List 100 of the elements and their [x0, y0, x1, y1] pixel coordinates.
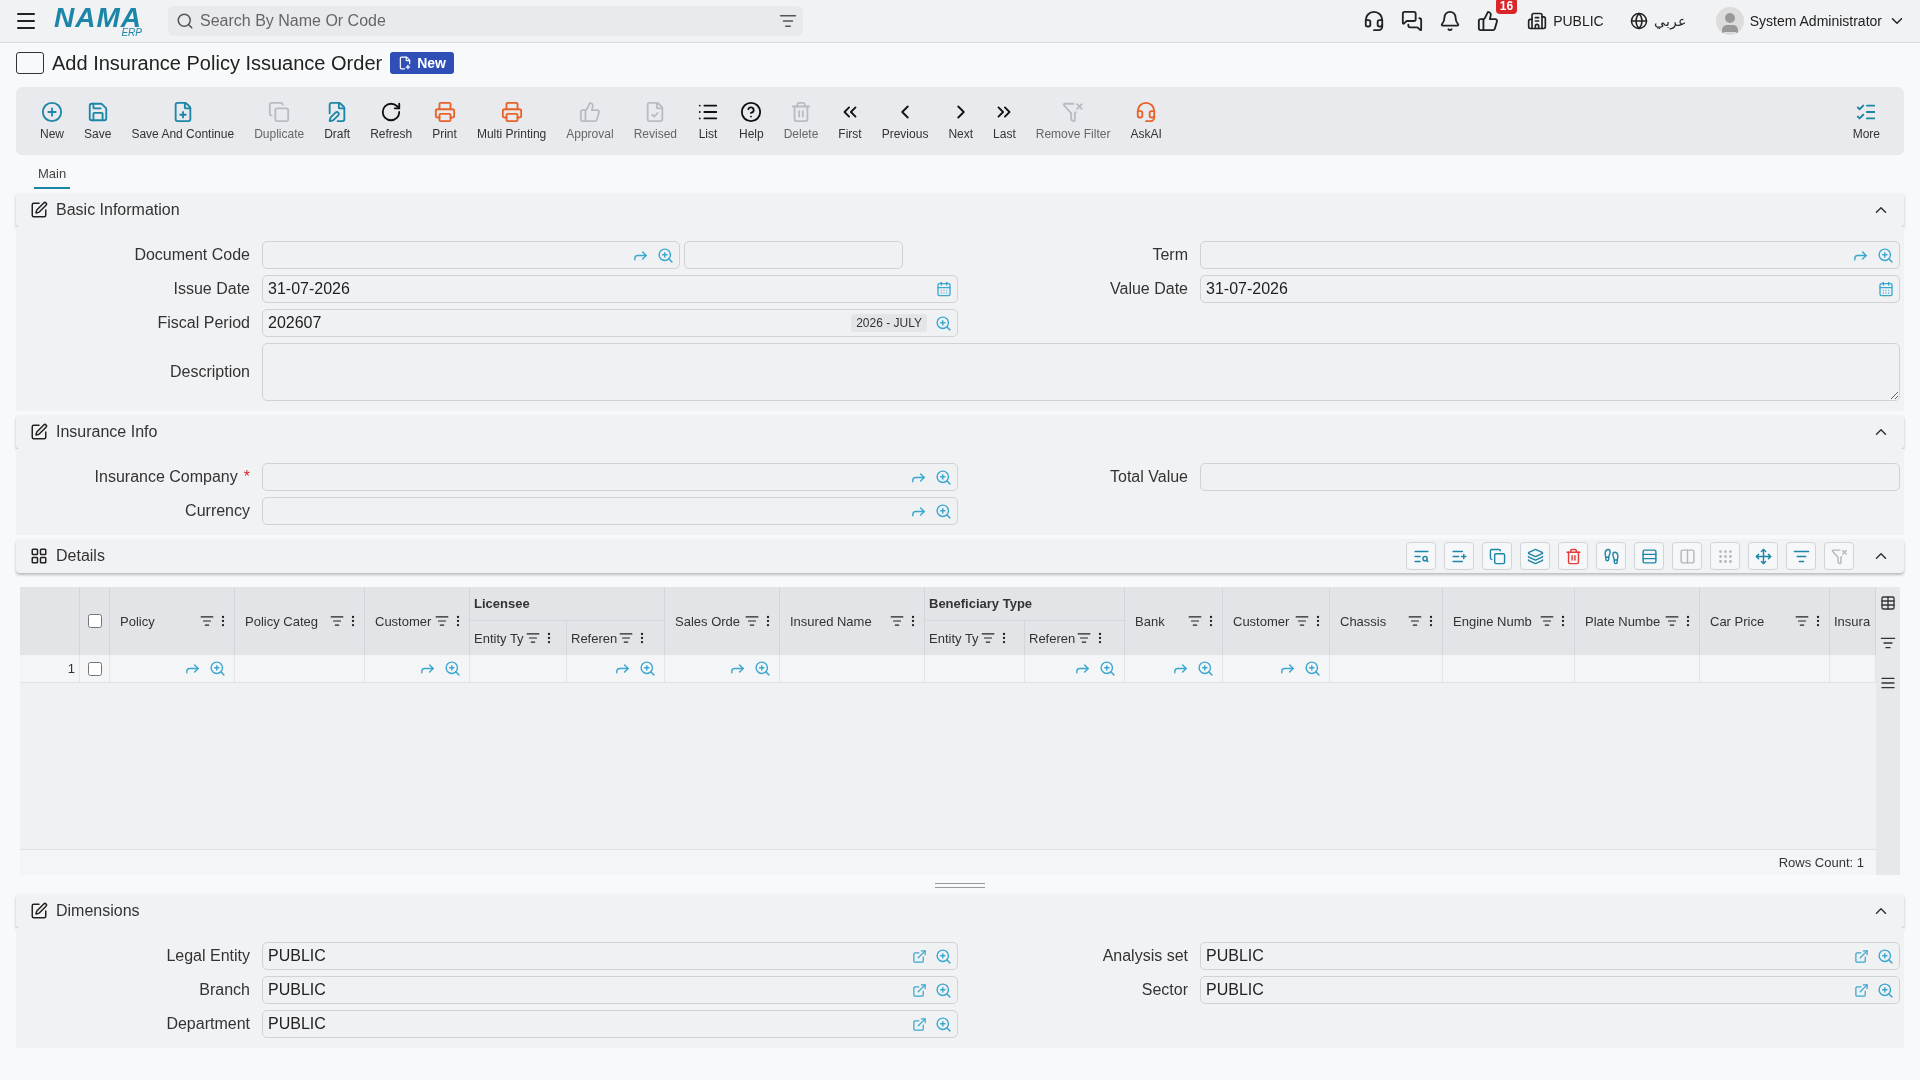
input-field[interactable]: PUBLIC: [1200, 976, 1900, 1004]
column-header[interactable]: Plate Numbe: [1585, 613, 1661, 629]
toolbar-button[interactable]: Last: [983, 101, 1026, 141]
grid-tool-button[interactable]: [1444, 542, 1474, 570]
search-icon[interactable]: [754, 660, 771, 677]
toolbar-button[interactable]: Multi Printing: [466, 101, 557, 141]
column-header[interactable]: Referen: [571, 630, 618, 646]
search-icon[interactable]: [935, 1015, 952, 1033]
column-header[interactable]: Insura: [1834, 613, 1871, 629]
grid-tool-button[interactable]: [1596, 542, 1626, 570]
input-field[interactable]: [262, 497, 958, 525]
input-field[interactable]: [684, 241, 903, 269]
filter-icon[interactable]: [330, 614, 344, 628]
company-selector[interactable]: PUBLIC: [1527, 11, 1604, 31]
row-checkbox[interactable]: [87, 661, 102, 676]
toolbar-button[interactable]: Next: [938, 101, 984, 141]
input-field[interactable]: [262, 463, 958, 491]
filter-icon[interactable]: [1540, 614, 1554, 628]
toolbar-button[interactable]: Save: [74, 101, 122, 141]
filter-icon[interactable]: [1408, 614, 1422, 628]
tab[interactable]: Main: [34, 162, 71, 189]
filter-icon[interactable]: [890, 614, 904, 628]
column-header[interactable]: Sales Orde: [675, 613, 741, 629]
grid-tool-button[interactable]: [1634, 542, 1664, 570]
search-icon[interactable]: [657, 246, 674, 264]
toolbar-button[interactable]: Refresh: [360, 101, 423, 141]
search-icon[interactable]: [1304, 660, 1321, 677]
external-link-icon[interactable]: [912, 1016, 927, 1032]
grid-tool-button[interactable]: [1520, 542, 1550, 570]
search-icon[interactable]: [1877, 947, 1894, 965]
external-link-icon[interactable]: [912, 982, 927, 998]
column-header[interactable]: Bank: [1135, 613, 1165, 629]
date-field[interactable]: 31-07-2026: [1200, 275, 1900, 303]
grid-tool-button[interactable]: [1786, 542, 1816, 570]
filter-icon[interactable]: [1880, 635, 1896, 651]
toolbar-button[interactable]: Draft: [314, 101, 361, 141]
language-link[interactable]: عربي: [1629, 12, 1686, 30]
column-header[interactable]: Insured Name: [790, 613, 872, 629]
column-header[interactable]: Policy Categ: [245, 613, 318, 629]
calendar-icon[interactable]: [1878, 281, 1894, 297]
filter-icon[interactable]: [1295, 614, 1309, 628]
filter-icon[interactable]: [1188, 614, 1202, 628]
external-link-icon[interactable]: [1854, 982, 1869, 998]
column-header[interactable]: Customer: [375, 613, 432, 629]
search-icon[interactable]: [639, 660, 656, 677]
filter-icon[interactable]: [980, 631, 995, 645]
filter-icon[interactable]: [745, 614, 759, 628]
grid-tool-button[interactable]: [1482, 542, 1512, 570]
search-icon[interactable]: [935, 468, 952, 486]
user-menu[interactable]: System Administrator: [1715, 7, 1906, 35]
toolbar-button[interactable]: Previous: [871, 101, 939, 141]
filter-icon[interactable]: [1077, 631, 1092, 645]
calendar-icon[interactable]: [936, 281, 952, 297]
bell-icon[interactable]: [1439, 10, 1462, 32]
filter-icon[interactable]: [1665, 614, 1679, 628]
toolbar-button[interactable]: Save And Continue: [121, 101, 245, 141]
column-header[interactable]: Policy: [120, 613, 155, 629]
search-icon[interactable]: [1877, 246, 1894, 264]
grid-tool-button[interactable]: [1748, 542, 1778, 570]
column-header[interactable]: Chassis: [1340, 613, 1387, 629]
column-header[interactable]: Entity Ty: [929, 630, 979, 646]
search-icon[interactable]: [444, 660, 461, 677]
column-header[interactable]: Car Price: [1710, 613, 1765, 629]
filter-icon[interactable]: [525, 631, 540, 645]
filter-icon[interactable]: [1795, 614, 1809, 628]
search-icon[interactable]: [1877, 981, 1894, 999]
search-icon[interactable]: [1197, 660, 1214, 677]
search-icon[interactable]: [935, 314, 952, 332]
toolbar-button[interactable]: AskAI: [1120, 101, 1172, 141]
column-header[interactable]: Entity Ty: [474, 630, 524, 646]
input-field[interactable]: PUBLIC: [262, 942, 958, 970]
toolbar-button[interactable]: Help: [729, 101, 774, 141]
menu-icon[interactable]: [1880, 675, 1896, 691]
toolbar-button[interactable]: New: [30, 101, 74, 141]
input-field[interactable]: PUBLIC: [262, 976, 958, 1004]
filter-icon[interactable]: [435, 614, 449, 628]
toolbar-button[interactable]: List: [687, 101, 729, 141]
toolbar-button[interactable]: Print: [422, 101, 467, 141]
date-field[interactable]: 31-07-2026: [262, 275, 958, 303]
table-icon[interactable]: [1880, 595, 1896, 611]
input-field[interactable]: [262, 241, 680, 269]
toolbar-button[interactable]: First: [828, 101, 872, 141]
filter-icon[interactable]: [779, 12, 797, 30]
search-icon[interactable]: [935, 981, 952, 999]
external-link-icon[interactable]: [1854, 948, 1869, 964]
column-header[interactable]: Customer: [1233, 613, 1290, 629]
input-field[interactable]: PUBLIC: [262, 1010, 958, 1038]
input-field[interactable]: [1200, 463, 1900, 491]
input-field[interactable]: [1200, 241, 1900, 269]
search-field[interactable]: Search By Name Or Code: [168, 6, 803, 36]
filter-icon[interactable]: [619, 631, 634, 645]
search-icon[interactable]: [1099, 660, 1116, 677]
grid-tool-button[interactable]: [1558, 542, 1588, 570]
chat-icon[interactable]: [1401, 10, 1424, 32]
external-link-icon[interactable]: [912, 948, 927, 964]
search-icon[interactable]: [935, 502, 952, 520]
grid-tool-button[interactable]: [1406, 542, 1436, 570]
input-field[interactable]: PUBLIC: [1200, 942, 1900, 970]
headset-icon[interactable]: [1363, 10, 1386, 32]
search-icon[interactable]: [209, 660, 226, 677]
